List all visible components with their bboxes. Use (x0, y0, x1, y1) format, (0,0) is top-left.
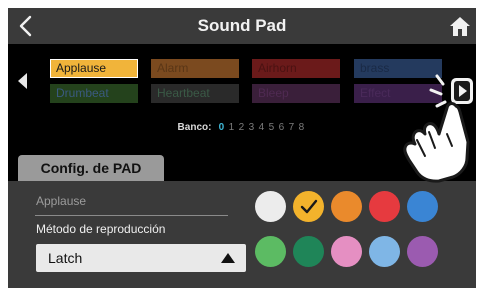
pad-button[interactable]: Airhorn (252, 59, 340, 78)
pad-grid: Applause Alarm Airhorn brass Drumbeat Heartbe… (50, 59, 446, 107)
bank-number[interactable]: 6 (276, 122, 286, 133)
pad-button[interactable]: Applause (50, 59, 138, 78)
pad-button[interactable]: Drumbeat (50, 84, 138, 103)
bank-number[interactable]: 4 (256, 122, 266, 133)
page-title: Sound Pad (197, 16, 287, 35)
color-swatch-white[interactable] (255, 191, 286, 222)
title-bar: Sound Pad (8, 8, 476, 44)
check-icon (300, 199, 318, 214)
divider (35, 215, 228, 216)
color-swatch-blue[interactable] (407, 191, 438, 222)
selected-pad-name: Applause (36, 194, 87, 208)
color-swatch-green[interactable] (255, 236, 286, 267)
bank-number[interactable]: 1 (226, 122, 236, 133)
color-swatch-pink[interactable] (331, 236, 362, 267)
bank-number[interactable]: 3 (246, 122, 256, 133)
pad-button[interactable]: Alarm (151, 59, 239, 78)
pad-button[interactable]: brass (354, 59, 442, 78)
color-swatch-yellow[interactable] (293, 191, 324, 222)
sound-pad-screen: Sound Pad Applause Alarm Airhorn brass Drumb… (8, 8, 476, 288)
playback-method-select[interactable]: Latch (36, 244, 246, 272)
color-swatch-light-blue[interactable] (369, 236, 400, 267)
color-swatch-orange[interactable] (331, 191, 362, 222)
triangle-up-icon (221, 253, 235, 263)
bank-label: Banco: (177, 122, 212, 133)
bank-number[interactable]: 7 (286, 122, 296, 133)
color-swatch-red[interactable] (369, 191, 400, 222)
pad-button[interactable]: Effect (354, 84, 442, 103)
playback-method-label: Método de reproducción (36, 222, 166, 236)
triangle-left-icon[interactable] (16, 72, 28, 90)
color-swatch-purple[interactable] (407, 236, 438, 267)
bank-number[interactable]: 2 (236, 122, 246, 133)
home-icon[interactable] (448, 15, 472, 37)
config-panel: Applause Método de reproducción Latch (8, 181, 476, 288)
pad-button[interactable]: Heartbeat (151, 84, 239, 103)
bank-number[interactable]: 8 (296, 122, 306, 133)
bank-number[interactable]: 5 (266, 122, 276, 133)
bank-selector: Banco: 0 1 2 3 4 5 6 7 8 (8, 122, 476, 133)
playback-method-value: Latch (48, 250, 83, 266)
pad-button[interactable]: Bleep (252, 84, 340, 103)
bank-number[interactable]: 0 (216, 122, 226, 133)
tab-config-pad[interactable]: Config. de PAD (18, 155, 164, 181)
next-arrow-button-icon[interactable] (451, 78, 473, 104)
color-swatch-dark-green[interactable] (293, 236, 324, 267)
